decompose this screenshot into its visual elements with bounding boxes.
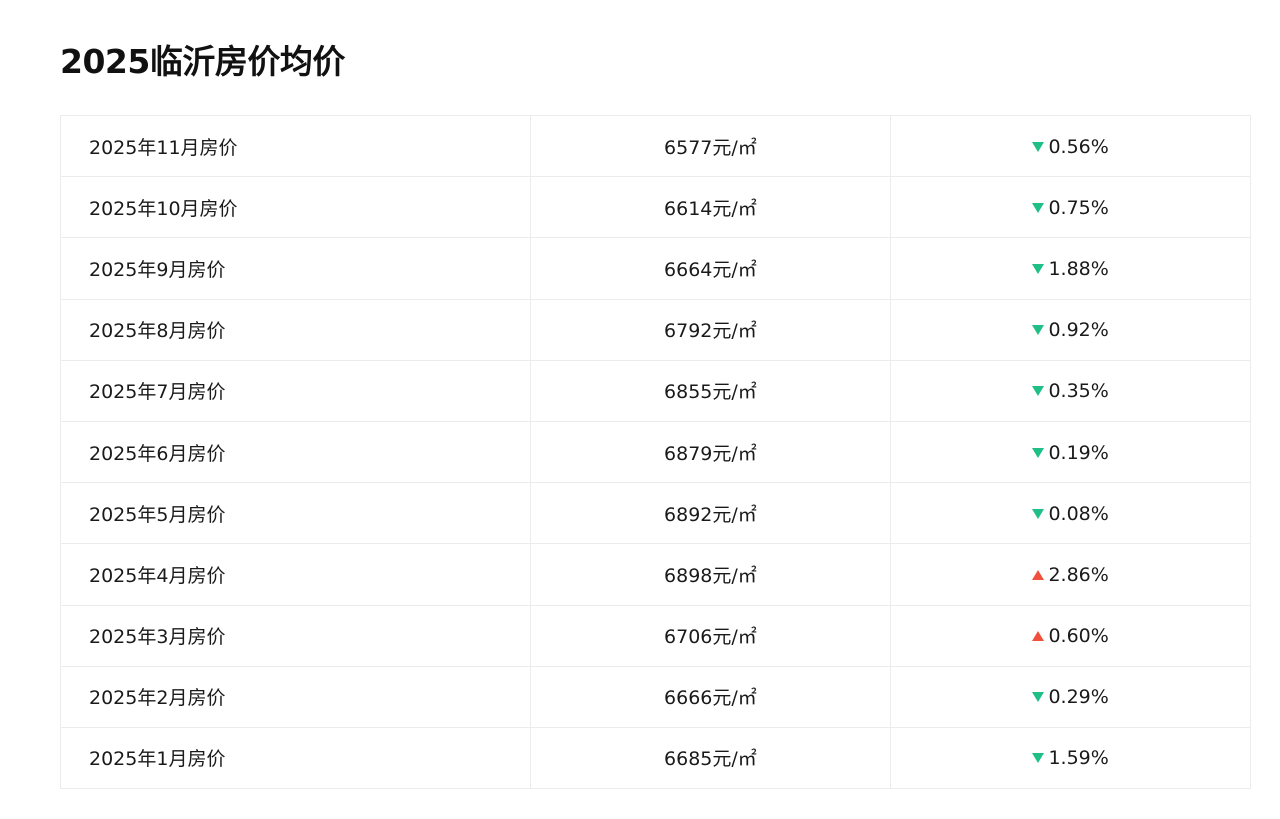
arrow-up-icon: [1032, 569, 1045, 580]
month-label: 2025年2月房价: [60, 666, 531, 728]
average-price: 6898元/㎡: [530, 543, 892, 606]
arrow-down-icon: [1032, 202, 1045, 213]
change-cell: 2.86%: [890, 543, 1251, 606]
change-indicator: 1.88%: [1032, 257, 1109, 280]
average-price: 6685元/㎡: [530, 727, 892, 789]
change-percent: 0.56%: [1048, 135, 1109, 158]
arrow-down-icon: [1032, 141, 1045, 152]
change-cell: 0.08%: [890, 482, 1251, 545]
average-price: 6892元/㎡: [530, 482, 892, 545]
change-cell: 0.92%: [890, 299, 1251, 361]
average-price: 6855元/㎡: [530, 360, 892, 422]
arrow-down-icon: [1032, 263, 1045, 274]
change-percent: 0.08%: [1048, 502, 1109, 525]
table-row: 2025年10月房价 6614元/㎡ 0.75%: [60, 176, 1251, 239]
month-label: 2025年5月房价: [60, 482, 531, 545]
arrow-down-icon: [1032, 325, 1045, 336]
month-label: 2025年3月房价: [60, 605, 531, 667]
change-cell: 0.75%: [890, 176, 1251, 239]
change-percent: 1.59%: [1048, 747, 1109, 770]
arrow-down-icon: [1032, 447, 1045, 458]
change-indicator: 1.59%: [1032, 747, 1109, 770]
change-indicator: 0.29%: [1032, 686, 1109, 709]
change-indicator: 0.92%: [1032, 319, 1109, 342]
table-row: 2025年9月房价 6664元/㎡ 1.88%: [60, 237, 1251, 300]
change-percent: 1.88%: [1048, 257, 1109, 280]
change-cell: 1.59%: [891, 727, 1251, 788]
price-table: 2025年11月房价 6577元/㎡ 0.56% 2025年10月房价 6614元/㎡ 0…: [60, 115, 1251, 790]
page-title: 2025临沂房价均价: [60, 42, 345, 81]
change-indicator: 2.86%: [1032, 563, 1109, 586]
change-cell: 1.88%: [890, 237, 1251, 300]
change-cell: 0.35%: [890, 360, 1251, 422]
change-cell: 0.60%: [890, 605, 1251, 667]
average-price: 6706元/㎡: [530, 605, 892, 667]
average-price: 6879元/㎡: [530, 421, 892, 484]
change-percent: 0.92%: [1048, 319, 1109, 342]
change-indicator: 0.35%: [1032, 380, 1109, 403]
table-row: 2025年4月房价 6898元/㎡ 2.86%: [60, 543, 1251, 606]
arrow-down-icon: [1032, 753, 1045, 764]
average-price: 6666元/㎡: [530, 666, 892, 728]
change-percent: 0.60%: [1048, 625, 1109, 648]
table-row: 2025年8月房价 6792元/㎡ 0.92%: [60, 299, 1251, 361]
change-indicator: 0.08%: [1032, 502, 1109, 525]
change-indicator: 0.19%: [1032, 441, 1109, 464]
month-label: 2025年9月房价: [60, 237, 531, 300]
arrow-down-icon: [1032, 508, 1045, 519]
month-label: 2025年1月房价: [60, 727, 531, 789]
month-label: 2025年10月房价: [60, 176, 531, 239]
change-cell: 0.56%: [890, 115, 1251, 178]
table-row: 2025年1月房价 6685元/㎡ 1.59%: [60, 727, 1251, 789]
month-label: 2025年11月房价: [60, 115, 531, 178]
change-percent: 0.29%: [1048, 686, 1109, 709]
table-row: 2025年11月房价 6577元/㎡ 0.56%: [60, 115, 1251, 178]
arrow-down-icon: [1032, 692, 1045, 703]
month-label: 2025年4月房价: [60, 543, 531, 606]
average-price: 6577元/㎡: [530, 115, 892, 178]
arrow-down-icon: [1032, 386, 1045, 397]
change-percent: 0.19%: [1048, 441, 1109, 464]
table-row: 2025年5月房价 6892元/㎡ 0.08%: [60, 482, 1251, 545]
arrow-up-icon: [1032, 631, 1045, 642]
price-table-body: 2025年11月房价 6577元/㎡ 0.56% 2025年10月房价 6614元/㎡ 0…: [60, 115, 1251, 789]
change-cell: 0.29%: [890, 666, 1251, 728]
change-cell: 0.19%: [890, 421, 1251, 484]
change-indicator: 0.56%: [1032, 135, 1109, 158]
table-row: 2025年6月房价 6879元/㎡ 0.19%: [60, 421, 1251, 484]
average-price: 6664元/㎡: [530, 237, 892, 300]
change-percent: 0.35%: [1048, 380, 1109, 403]
average-price: 6792元/㎡: [530, 299, 892, 361]
month-label: 2025年6月房价: [60, 421, 531, 484]
change-indicator: 0.60%: [1032, 625, 1109, 648]
month-label: 2025年8月房价: [60, 299, 531, 361]
change-percent: 2.86%: [1048, 563, 1109, 586]
change-percent: 0.75%: [1048, 196, 1109, 219]
average-price: 6614元/㎡: [530, 176, 892, 239]
table-row: 2025年2月房价 6666元/㎡ 0.29%: [60, 666, 1251, 728]
month-label: 2025年7月房价: [60, 360, 531, 422]
table-row: 2025年3月房价 6706元/㎡ 0.60%: [60, 605, 1251, 667]
table-row: 2025年7月房价 6855元/㎡ 0.35%: [60, 360, 1251, 422]
change-indicator: 0.75%: [1032, 196, 1109, 219]
